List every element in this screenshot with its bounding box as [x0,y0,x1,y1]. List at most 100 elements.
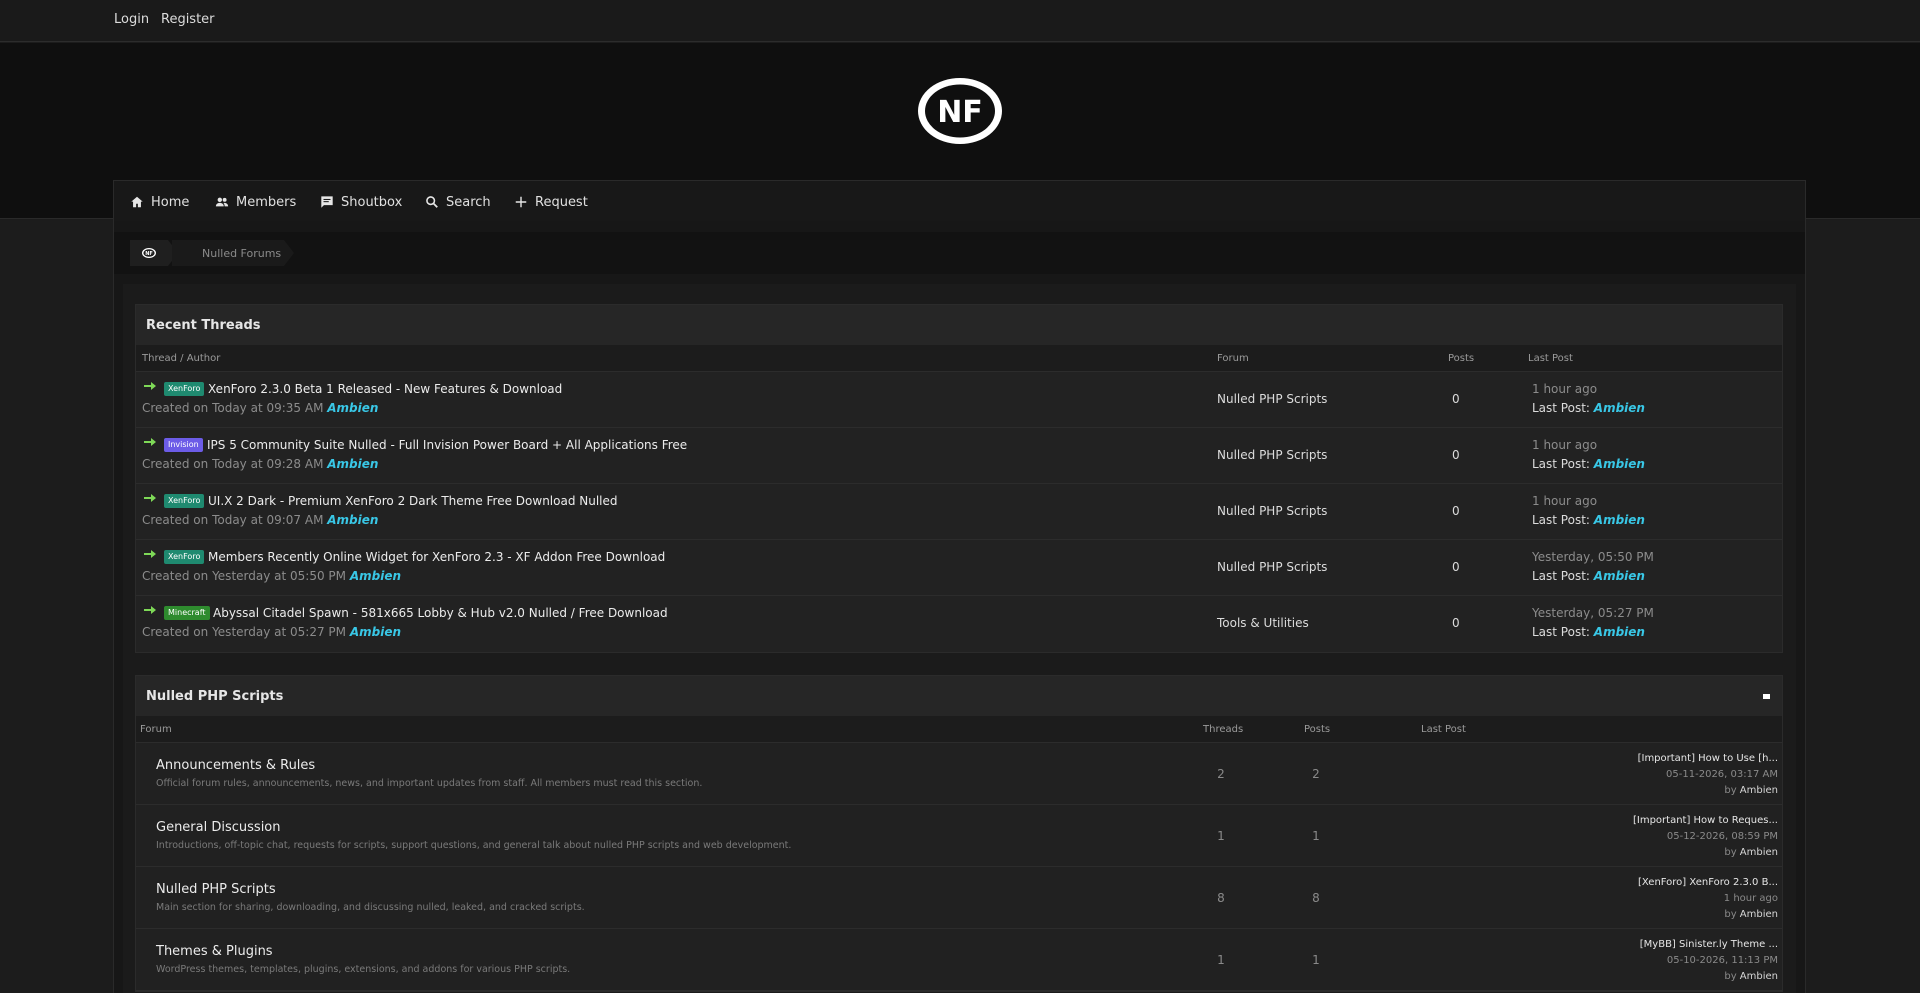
main-nav: Home Members Shoutbox Search Request [114,181,1805,221]
thread-created: Created on Yesterday at 05:50 PM [142,569,346,583]
thread-last-time: Yesterday, 05:27 PM [1532,606,1654,620]
recent-threads-columns: Thread / Author Forum Posts Last Post [136,345,1782,372]
thread-row[interactable]: XenForo XenForo 2.3.0 Beta 1 Released - … [136,372,1782,428]
thread-last-post: Last Post: Ambien [1532,401,1645,415]
last-post-user[interactable]: Ambien [1594,457,1645,471]
forum-name[interactable]: Announcements & Rules [156,758,315,773]
thread-created: Created on Today at 09:35 AM [142,401,324,415]
thread-last-post: Last Post: Ambien [1532,457,1645,471]
thread-meta: Created on Today at 09:28 AM Ambien [142,457,378,471]
col-thread-author: Thread / Author [142,353,221,364]
thread-forum[interactable]: Nulled PHP Scripts [1217,448,1327,462]
breadcrumb-home[interactable]: NF [130,240,178,266]
breadcrumb: NF Nulled Forums [114,232,1805,274]
forum-name[interactable]: Themes & Plugins [156,944,273,959]
thread-prefix-badge: XenForo [164,550,205,564]
forum-threads: 2 [1217,767,1225,781]
nav-request-label: Request [535,194,588,210]
by-label: by [1724,909,1737,920]
last-post-user[interactable]: Ambien [1740,909,1778,920]
nav-request[interactable]: Request [514,193,588,211]
nav-shoutbox[interactable]: Shoutbox [320,193,402,211]
site-logo[interactable]: NF [915,76,1005,146]
nav-search-label: Search [446,194,491,210]
breadcrumb-item[interactable]: Nulled Forums [172,240,294,266]
thread-forum[interactable]: Nulled PHP Scripts [1217,504,1327,518]
thread-title[interactable]: Members Recently Online Widget for XenFo… [208,550,665,564]
thread-forum[interactable]: Tools & Utilities [1217,616,1309,630]
thread-row[interactable]: XenForo UI.X 2 Dark - Premium XenForo 2 … [136,484,1782,540]
forum-description: Introductions, off-topic chat, requests … [156,840,792,851]
nav-search[interactable]: Search [425,193,491,211]
last-post-user[interactable]: Ambien [1740,847,1778,858]
last-post-title[interactable]: [Important] How to Use [h... [1628,751,1778,767]
category-title[interactable]: Nulled PHP Scripts [146,689,283,704]
members-icon [215,197,229,207]
thread-title[interactable]: UI.X 2 Dark - Premium XenForo 2 Dark The… [208,494,618,508]
forum-name[interactable]: General Discussion [156,820,281,835]
thread-author[interactable]: Ambien [327,457,378,471]
thread-last-time: 1 hour ago [1532,438,1598,452]
forum-row[interactable]: Nulled PHP Scripts Main section for shar… [136,867,1782,929]
thread-row[interactable]: Minecraft Abyssal Citadel Spawn - 581x66… [136,596,1782,652]
last-post-user[interactable]: Ambien [1740,785,1778,796]
forum-row[interactable]: Announcements & Rules Official forum rul… [136,743,1782,805]
thread-row[interactable]: XenForo Members Recently Online Widget f… [136,540,1782,596]
collapse-icon[interactable] [1763,694,1770,699]
col-forum: Forum [140,724,172,735]
thread-row[interactable]: Invision IPS 5 Community Suite Nulled - … [136,428,1782,484]
login-link[interactable]: Login [114,12,149,27]
nav-home[interactable]: Home [130,193,189,211]
forum-name[interactable]: Nulled PHP Scripts [156,882,276,897]
last-post-user[interactable]: Ambien [1594,401,1645,415]
last-post-user[interactable]: Ambien [1594,513,1645,527]
register-link[interactable]: Register [161,12,215,27]
forum-threads: 1 [1217,829,1225,843]
thread-author[interactable]: Ambien [327,401,378,415]
last-post-label: Last Post: [1532,625,1590,639]
thread-forum[interactable]: Nulled PHP Scripts [1217,560,1327,574]
last-post-title[interactable]: [XenForo] XenForo 2.3.0 B... [1628,875,1778,891]
forum-row[interactable]: General Discussion Introductions, off-to… [136,805,1782,867]
thread-last-time: Yesterday, 05:50 PM [1532,550,1654,564]
last-post-title[interactable]: [Important] How to Reques... [1628,813,1778,829]
thread-forum[interactable]: Nulled PHP Scripts [1217,392,1327,406]
last-post-time: 05-11-2026, 03:17 AM [1666,769,1778,780]
thread-last-post: Last Post: Ambien [1532,569,1645,583]
last-post-label: Last Post: [1532,401,1590,415]
nav-members[interactable]: Members [215,193,296,211]
thread-author[interactable]: Ambien [350,569,401,583]
thread-created: Created on Today at 09:28 AM [142,457,324,471]
last-post-user[interactable]: Ambien [1740,971,1778,982]
thread-title[interactable]: Abyssal Citadel Spawn - 581x665 Lobby & … [213,606,668,620]
forum-row[interactable]: Themes & Plugins WordPress themes, templ… [136,929,1782,991]
col-last-post: Last Post [1421,724,1466,735]
last-post-user[interactable]: Ambien [1594,625,1645,639]
last-post-by: by Ambien [1628,845,1778,861]
thread-prefix-badge: Invision [164,438,203,452]
last-post-label: Last Post: [1532,513,1590,527]
forum-description: Official forum rules, announcements, new… [156,778,703,789]
chat-icon [321,196,333,208]
site-logo-text: NF [937,95,983,130]
thread-last-time: 1 hour ago [1532,382,1598,396]
last-post-label: Last Post: [1532,457,1590,471]
thread-title[interactable]: IPS 5 Community Suite Nulled - Full Invi… [207,438,687,452]
thread-meta: Created on Today at 09:35 AM Ambien [142,401,378,415]
thread-author[interactable]: Ambien [350,625,401,639]
thread-prefix-badge: XenForo [164,494,205,508]
thread-title[interactable]: XenForo 2.3.0 Beta 1 Released - New Feat… [208,382,562,396]
last-post-title[interactable]: [MyBB] Sinister.ly Theme ... [1628,937,1778,953]
thread-author[interactable]: Ambien [327,513,378,527]
home-icon [131,196,143,208]
forum-posts: 1 [1312,829,1320,843]
thread-posts: 0 [1452,504,1460,518]
last-post-by: by Ambien [1628,969,1778,985]
thread-created: Created on Today at 09:07 AM [142,513,324,527]
arrow-right-icon [144,606,156,614]
recent-threads-block: Recent Threads Thread / Author Forum Pos… [135,304,1783,653]
last-post-user[interactable]: Ambien [1594,569,1645,583]
col-forum: Forum [1217,353,1249,364]
last-post-by: by Ambien [1628,783,1778,799]
thread-meta: Created on Today at 09:07 AM Ambien [142,513,378,527]
